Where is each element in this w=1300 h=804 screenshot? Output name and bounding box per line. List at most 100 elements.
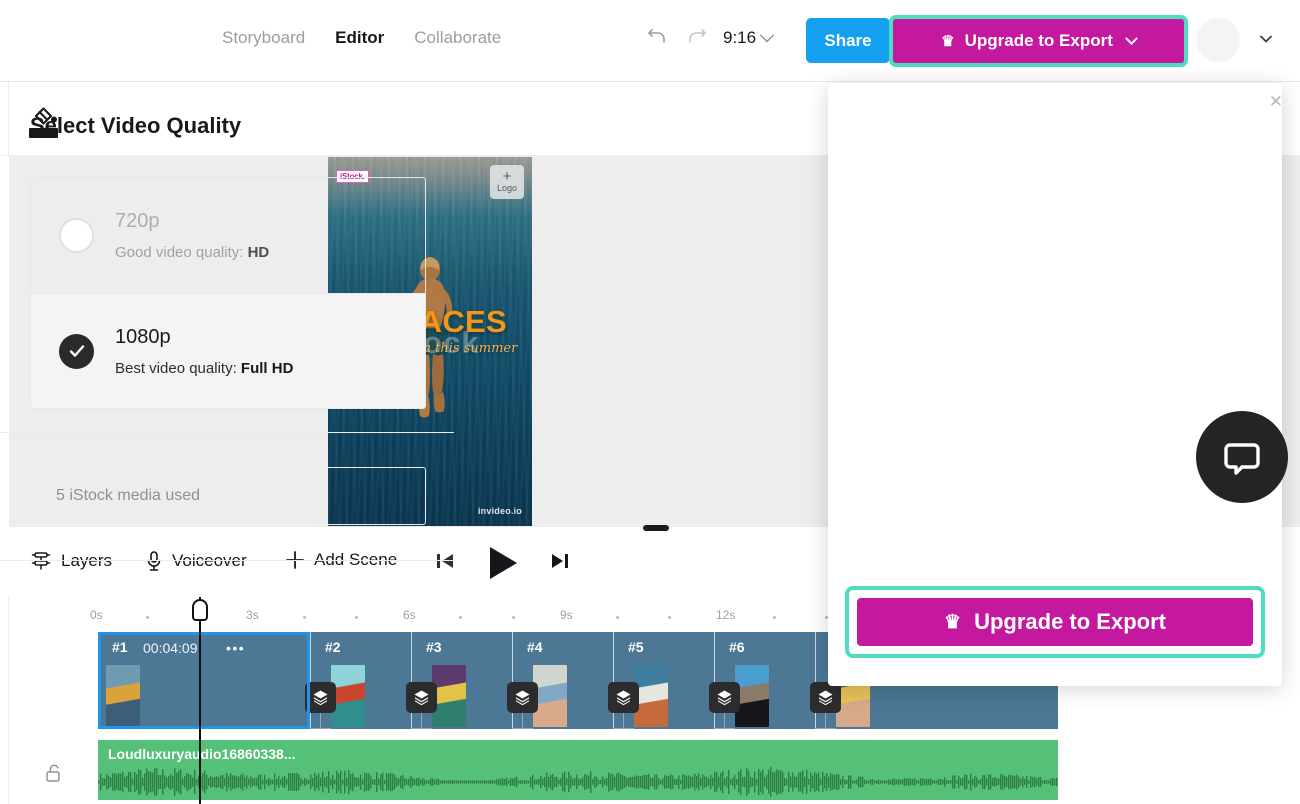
option-name: 1080p bbox=[115, 325, 171, 348]
cta-highlight-ring: ♛ Upgrade to Export bbox=[845, 586, 1265, 658]
timeline-playhead[interactable] bbox=[192, 597, 208, 804]
nav-tab-editor[interactable]: Editor bbox=[335, 28, 384, 48]
layer-marker-foot bbox=[714, 728, 735, 729]
scene-options-menu-icon[interactable]: ••• bbox=[226, 640, 245, 656]
layer-marker-foot bbox=[815, 728, 836, 729]
nav-tab-collaborate[interactable]: Collaborate bbox=[414, 28, 501, 48]
timeline-scene-2[interactable]: #2 bbox=[305, 632, 411, 729]
playhead-handle[interactable] bbox=[192, 599, 208, 621]
scene-number-label: #5 bbox=[628, 639, 644, 655]
layers-icon bbox=[31, 552, 51, 570]
chevron-down-icon bbox=[1125, 31, 1138, 45]
nav-tab-storyboard[interactable]: Storyboard bbox=[222, 28, 305, 48]
audio-waveform bbox=[98, 767, 1058, 797]
ruler-tick-dot bbox=[511, 616, 515, 619]
timeline-scene-3[interactable]: #3 bbox=[406, 632, 512, 729]
dialog-divider-bottom bbox=[0, 560, 454, 561]
skip-next-icon bbox=[552, 554, 568, 568]
app-header: Storyboard Editor Collaborate 9:16 Share… bbox=[0, 0, 1300, 82]
redo-arrow-icon[interactable] bbox=[685, 26, 709, 50]
main-navigation: Storyboard Editor Collaborate bbox=[222, 28, 501, 48]
scene-duration-label: 00:04:09 bbox=[143, 640, 198, 656]
option-desc-value: HD bbox=[247, 244, 270, 261]
invideo-brand-watermark: invideo.io bbox=[477, 506, 522, 516]
scene-number-label: #6 bbox=[729, 639, 745, 655]
crown-icon: ♛ bbox=[944, 611, 962, 633]
dialog-title: Select Video Quality bbox=[30, 113, 242, 138]
ruler-tick-dot bbox=[146, 616, 150, 619]
layers-button[interactable]: Layers bbox=[30, 550, 112, 572]
upgrade-to-export-button[interactable]: ♛ Upgrade to Export bbox=[893, 19, 1184, 63]
voiceover-button[interactable]: Voiceover bbox=[145, 550, 247, 572]
layers-stack-icon[interactable] bbox=[810, 682, 841, 713]
scene-thumbnail bbox=[634, 665, 668, 727]
layers-label: Layers bbox=[61, 551, 113, 570]
layer-marker-foot bbox=[411, 728, 432, 729]
chat-bubble-icon bbox=[1224, 443, 1260, 475]
layer-marker-foot bbox=[512, 728, 533, 729]
layer-marker-stem bbox=[724, 713, 725, 729]
layer-marker-stem bbox=[522, 713, 523, 729]
scene-number-label: #1 bbox=[112, 639, 128, 655]
undo-arrow-icon[interactable] bbox=[645, 26, 669, 50]
ruler-label-4: 12s bbox=[716, 608, 736, 622]
option-text: 1080p Best video quality: Full HD bbox=[115, 326, 293, 377]
play-button[interactable] bbox=[486, 544, 520, 582]
voiceover-label: Voiceover bbox=[172, 551, 247, 570]
layers-stack-icon[interactable] bbox=[406, 682, 437, 713]
timeline-scene-5[interactable]: #5 bbox=[608, 632, 714, 729]
close-icon[interactable]: ✕ bbox=[1269, 92, 1283, 112]
skip-next-button[interactable] bbox=[548, 549, 572, 573]
ruler-label-0: 0s bbox=[90, 608, 103, 622]
plus-icon: + bbox=[502, 168, 512, 186]
timeline-divider bbox=[8, 595, 9, 804]
chat-support-button[interactable] bbox=[1196, 411, 1288, 503]
dialog-divider-top bbox=[0, 432, 454, 433]
layer-marker-foot bbox=[613, 728, 634, 729]
skip-previous-icon bbox=[437, 554, 453, 568]
layers-stack-icon[interactable] bbox=[709, 682, 740, 713]
layers-stack-icon[interactable] bbox=[608, 682, 639, 713]
undo-redo-group bbox=[645, 26, 709, 50]
aspect-ratio-label: 9:16 bbox=[723, 28, 757, 47]
radio-unselected-icon[interactable] bbox=[59, 218, 94, 253]
scene-thumbnail bbox=[432, 665, 466, 727]
crown-icon: ♛ bbox=[941, 32, 955, 50]
audio-track[interactable]: Loudluxuryaudio16860338... bbox=[98, 740, 1058, 800]
dialog-upgrade-to-export-button[interactable]: ♛ Upgrade to Export bbox=[857, 598, 1253, 646]
layers-stack-icon[interactable] bbox=[305, 682, 336, 713]
media-used-field: 5 iStock media used bbox=[30, 467, 426, 525]
quality-option-1080p[interactable]: 1080p Best video quality: Full HD bbox=[31, 293, 425, 408]
upgrade-highlight-ring: ♛ Upgrade to Export bbox=[889, 15, 1188, 67]
account-menu-chevron-down-icon[interactable] bbox=[1258, 31, 1274, 52]
layers-stack-icon[interactable] bbox=[507, 682, 538, 713]
ruler-tick-dot bbox=[616, 616, 619, 619]
timeline-scene-1[interactable]: #1 00:04:09 ••• bbox=[98, 632, 310, 729]
invideo-editor-app: Storyboard Editor Collaborate 9:16 Share… bbox=[0, 0, 1300, 804]
add-logo-button[interactable]: + Logo bbox=[490, 165, 524, 199]
scene-number-label: #4 bbox=[527, 639, 543, 655]
layer-marker-stem bbox=[320, 713, 321, 729]
scene-number-label: #3 bbox=[426, 639, 442, 655]
option-name: 720p bbox=[115, 210, 160, 232]
option-desc-value: Full HD bbox=[240, 359, 294, 377]
cta-label: Upgrade to Export bbox=[974, 609, 1166, 634]
layer-marker-foot bbox=[310, 728, 331, 729]
scene-thumbnail bbox=[106, 665, 140, 727]
microphone-icon bbox=[147, 551, 161, 571]
ruler-label-1: 3s bbox=[246, 608, 259, 622]
skip-previous-button[interactable] bbox=[433, 549, 457, 573]
radio-selected-check-icon[interactable] bbox=[59, 333, 94, 369]
timeline-scene-6[interactable]: #6 bbox=[709, 632, 815, 729]
avatar[interactable] bbox=[1196, 18, 1240, 62]
quality-options-group: 720p Good video quality: HD 1080p Best v… bbox=[30, 177, 426, 409]
layer-marker-stem bbox=[825, 713, 826, 729]
ruler-tick-dot bbox=[302, 616, 306, 619]
aspect-ratio-selector[interactable]: 9:16 bbox=[723, 28, 775, 48]
ruler-label-2: 6s bbox=[403, 608, 416, 622]
timeline-scene-4[interactable]: #4 bbox=[507, 632, 613, 729]
unlock-icon[interactable] bbox=[44, 762, 64, 789]
share-button[interactable]: Share bbox=[806, 18, 890, 63]
option-description: Best video quality: Full HD bbox=[115, 360, 293, 377]
quality-option-720p[interactable]: 720p Good video quality: HD bbox=[31, 178, 425, 293]
